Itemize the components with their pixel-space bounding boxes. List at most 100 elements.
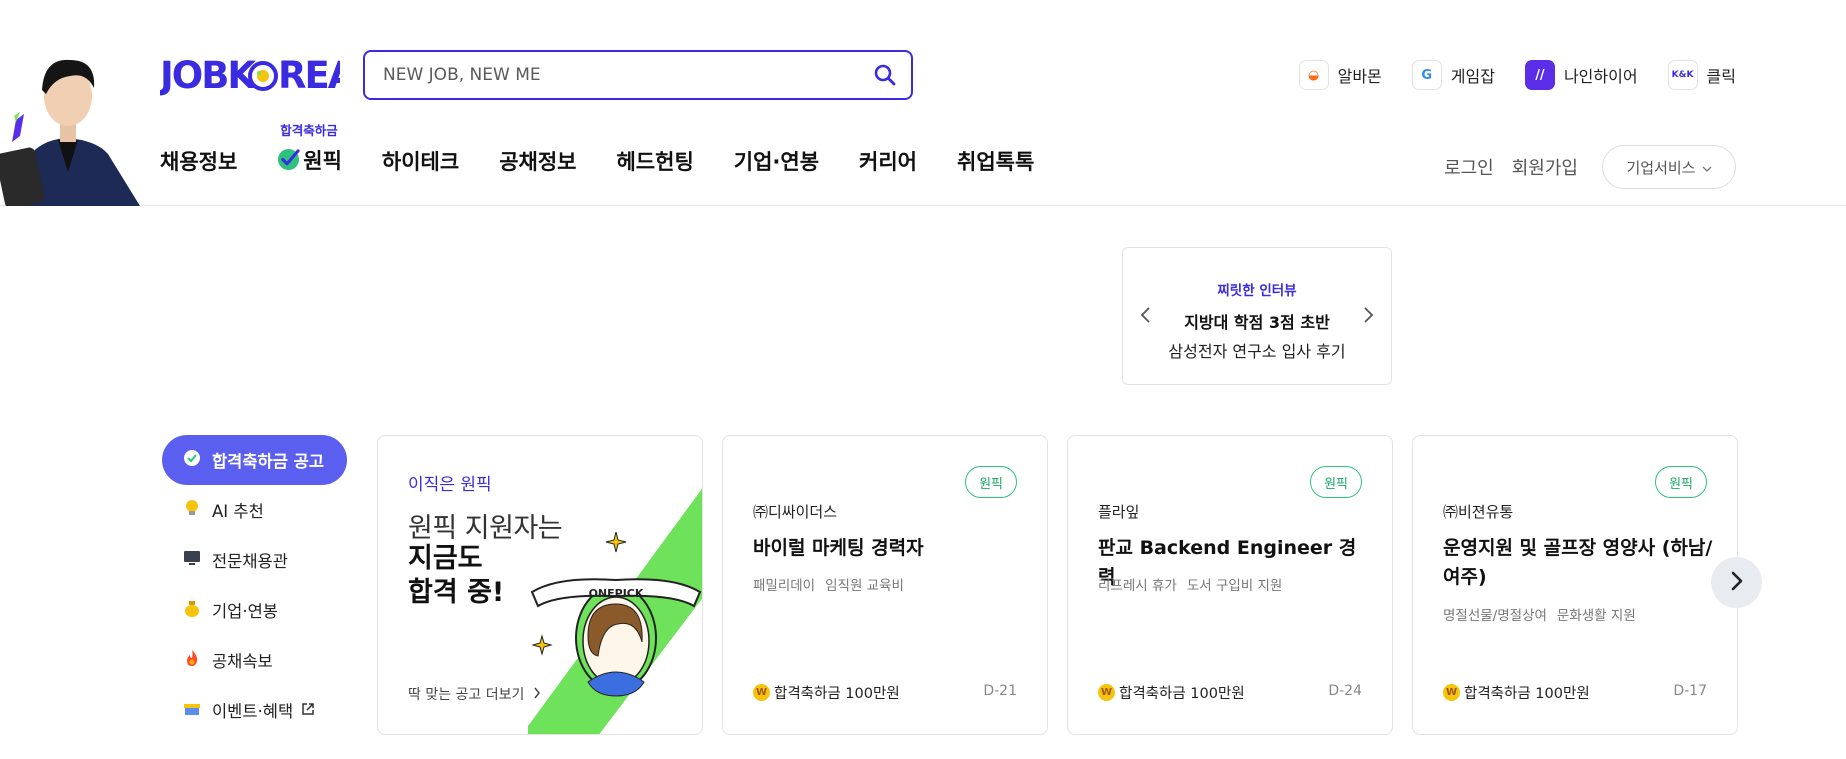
side-item-label: 공채속보: [212, 652, 273, 671]
promo-headline-bold: 지금도 합격 중!: [408, 542, 528, 610]
side-menu: 합격축하금 공고 AI 추천 전문채용관 기업·연봉 공채속보 이벤트·혜택: [162, 435, 347, 735]
job-card[interactable]: 원픽 플라잎 판교 Backend Engineer 경력 리프레시 휴가 도서…: [1067, 435, 1393, 735]
perk: 도서 구입비 지원: [1186, 578, 1283, 594]
partner-label: 게임잡: [1450, 67, 1495, 86]
deadline: D-17: [1673, 683, 1707, 699]
partner-ninehire[interactable]: // 나인하이어: [1524, 60, 1638, 90]
chevron-right-icon[interactable]: [1357, 304, 1379, 326]
side-item-label: 전문채용관: [212, 552, 288, 571]
art-text: ONEPICK: [589, 587, 644, 600]
coin-icon: W: [753, 684, 770, 701]
partner-albamon[interactable]: ◒ 알바몬: [1298, 60, 1382, 90]
user-utility: 로그인 회원가입 기업서비스: [1444, 145, 1736, 189]
deadline: D-24: [1328, 683, 1362, 699]
gift-icon: [182, 700, 202, 720]
perk: 문화생활 지원: [1556, 608, 1636, 624]
partner-label: 클릭: [1706, 67, 1736, 86]
deadline: D-21: [983, 683, 1017, 699]
reward: W 합격축하금 100만원: [753, 682, 900, 703]
partner-klik[interactable]: K&K 클릭: [1667, 60, 1736, 90]
bulb-icon: [182, 499, 202, 521]
chevron-down-icon: [1702, 158, 1712, 176]
job-card[interactable]: 원픽 ㈜디싸이더스 바이럴 마케팅 경력자 패밀리데이 임직원 교육비 W 합격…: [722, 435, 1048, 735]
promo-more-link[interactable]: 딱 맞는 공고 더보기: [408, 684, 541, 704]
onepick-illustration: ONEPICK: [528, 486, 702, 734]
side-item-company-salary[interactable]: 기업·연봉: [162, 585, 347, 635]
search-box: [363, 50, 913, 100]
perk: 패밀리데이: [753, 578, 816, 594]
klik-icon: K&K: [1667, 60, 1698, 90]
check-circle-icon: [182, 450, 202, 470]
nav-item-company-salary[interactable]: 기업·연봉: [734, 146, 819, 176]
company-name: ㈜디싸이더스: [753, 503, 838, 521]
side-item-ai[interactable]: AI 추천: [162, 485, 347, 535]
biz-service-label: 기업서비스: [1626, 158, 1696, 177]
gamejob-icon: G: [1411, 60, 1442, 90]
biz-service-button[interactable]: 기업서비스: [1602, 145, 1736, 189]
partner-links: ◒ 알바몬 G 게임잡 // 나인하이어 K&K 클릭: [1298, 60, 1736, 90]
promo-headline-line: 지금도: [408, 543, 483, 574]
svg-text:JOBK: JOBK: [160, 54, 257, 96]
side-item-specialist[interactable]: 전문채용관: [162, 535, 347, 585]
reward-label: 합격축하금 100만원: [774, 686, 900, 702]
svg-text:REA: REA: [278, 54, 340, 96]
albamon-icon: ◒: [1298, 60, 1329, 90]
promo-eyebrow: 이직은 원픽: [408, 475, 492, 495]
nav-item-career[interactable]: 커리어: [859, 146, 917, 176]
perk: 임직원 교육비: [825, 578, 904, 594]
onepick-badge: 원픽: [1310, 466, 1362, 498]
monitor-icon: [182, 550, 202, 570]
signup-link[interactable]: 회원가입: [1512, 154, 1578, 180]
onepick-badge: 원픽: [965, 466, 1017, 498]
side-item-label: AI 추천: [212, 502, 264, 521]
side-item-events[interactable]: 이벤트·혜택: [162, 685, 347, 735]
reward: W 합격축하금 100만원: [1098, 682, 1245, 703]
carousel-next-button[interactable]: [1711, 557, 1762, 608]
nav-item-talk[interactable]: 취업톡톡: [957, 146, 1034, 176]
job-title: 바이럴 마케팅 경력자: [753, 537, 924, 559]
login-link[interactable]: 로그인: [1444, 154, 1494, 180]
site-header: JOBK REA ◒ 알바몬 G 게임잡 // 나인하이어 K&K 클릭: [0, 0, 1846, 206]
reward-label: 합격축하금 100만원: [1464, 686, 1590, 702]
partner-gamejob[interactable]: G 게임잡: [1411, 60, 1495, 90]
job-perks: 명절선물/명절상여 문화생활 지원: [1443, 604, 1636, 624]
side-item-label: 합격축하금 공고: [212, 452, 325, 471]
job-card[interactable]: 원픽 ㈜비젼유통 운영지원 및 골프장 영양사 (하남/여주) 명절선물/명절상…: [1412, 435, 1738, 735]
side-item-label: 기업·연봉: [212, 602, 278, 621]
interview-subline: 삼성전자 연구소 입사 후기: [1168, 342, 1346, 361]
partner-label: 나인하이어: [1563, 67, 1638, 86]
nav-badge: 합격축하금: [280, 123, 338, 138]
check-circle-icon: [277, 148, 300, 176]
side-item-public-news[interactable]: 공채속보: [162, 635, 347, 685]
chevron-left-icon[interactable]: [1135, 304, 1157, 326]
external-link-icon: [301, 701, 315, 720]
search-input[interactable]: [383, 52, 863, 98]
job-title: 운영지원 및 골프장 영양사 (하남/여주): [1443, 537, 1713, 588]
fire-icon: [182, 649, 202, 671]
company-name: 플라잎: [1098, 503, 1140, 521]
promo-headline-line: 합격 중!: [408, 577, 505, 608]
coin-icon: W: [1443, 684, 1460, 701]
nav-item-onepick[interactable]: 합격축하금 원픽: [277, 123, 342, 176]
coin-icon: W: [1098, 684, 1115, 701]
chevron-right-icon: [1729, 571, 1745, 595]
promo-card[interactable]: 이직은 원픽 원픽 지원자는 지금도 합격 중! 딱 맞는 공고 더보기 ONE…: [377, 435, 703, 735]
reward-label: 합격축하금 100만원: [1119, 686, 1245, 702]
nav-item-hitech[interactable]: 하이테크: [382, 146, 459, 176]
nav-item-headhunting[interactable]: 헤드헌팅: [616, 146, 693, 176]
jobkorea-logo[interactable]: JOBK REA: [157, 52, 359, 97]
nav-item-public[interactable]: 공채정보: [499, 146, 576, 176]
search-icon[interactable]: [873, 63, 897, 87]
interview-tag: 찌릿한 인터뷰: [1217, 283, 1297, 299]
model-photo: [0, 50, 140, 206]
perk: 명절선물/명절상여: [1443, 608, 1547, 624]
job-perks: 패밀리데이 임직원 교육비: [753, 574, 904, 594]
side-item-reward-jobs[interactable]: 합격축하금 공고: [162, 435, 347, 485]
nav-item-jobs[interactable]: 채용정보: [160, 146, 237, 176]
interview-headline: 지방대 학점 3점 초반: [1184, 313, 1330, 332]
nav-item-label: 원픽: [303, 149, 342, 173]
main-nav: 채용정보 합격축하금 원픽 하이테크 공채정보 헤드헌팅 기업·연봉 커리어 취…: [160, 123, 1074, 176]
onepick-badge: 원픽: [1655, 466, 1707, 498]
side-item-label: 이벤트·혜택: [212, 702, 294, 721]
interview-banner[interactable]: 찌릿한 인터뷰 지방대 학점 3점 초반 삼성전자 연구소 입사 후기: [1122, 247, 1392, 385]
